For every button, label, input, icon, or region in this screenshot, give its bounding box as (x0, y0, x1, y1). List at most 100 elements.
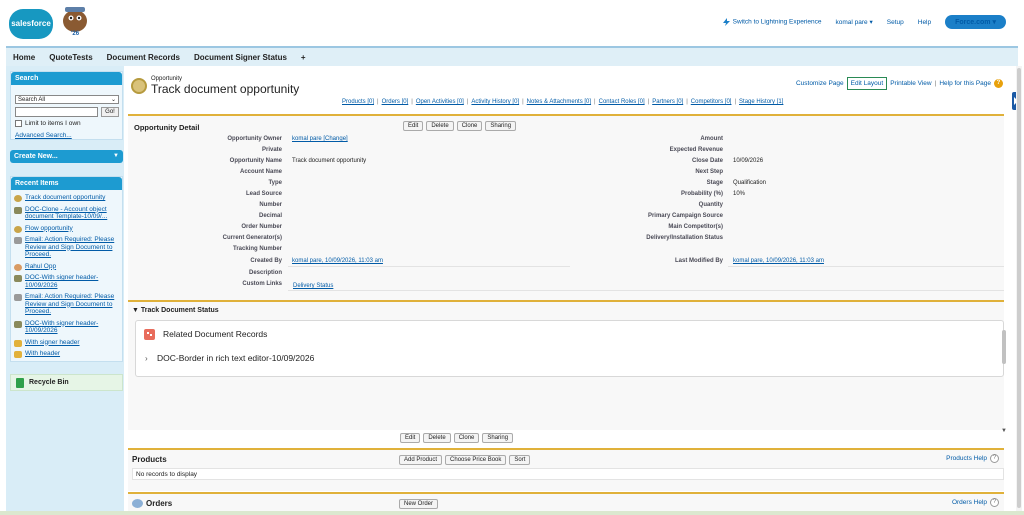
clone-button[interactable]: Clone (453, 433, 480, 443)
add-product-button[interactable]: Add Product (399, 455, 443, 465)
recent-item[interactable]: DOC-Clone - Account object document Temp… (11, 204, 122, 223)
recent-item-label[interactable]: With signer header (25, 339, 80, 346)
recent-item-label[interactable]: Rahul Opp (25, 263, 56, 270)
field-row: Probability (%) 10% (568, 189, 1004, 200)
app-switcher-label: Force.com (955, 19, 991, 26)
field-label: Account Name (239, 169, 282, 175)
related-link-competitors[interactable]: Competitors [0] (691, 99, 732, 105)
recycle-bin-icon (16, 378, 24, 388)
help-link[interactable]: Help (918, 19, 931, 26)
recent-item[interactable]: DOC-With signer header-10/09/2026 (11, 318, 122, 337)
edit-button[interactable]: Edit (403, 121, 424, 131)
search-go-button[interactable]: Go! (101, 107, 119, 117)
tab-add-more[interactable]: + (294, 53, 313, 62)
search-input[interactable] (15, 107, 98, 117)
delete-button[interactable]: Delete (426, 121, 454, 131)
recent-item[interactable]: Email: Action Required: Please Review an… (11, 234, 122, 261)
app-switcher-button[interactable]: Force.com ▾ (945, 15, 1006, 29)
recent-item-label[interactable]: With header (25, 350, 60, 357)
sharing-button[interactable]: Sharing (482, 433, 514, 443)
field-row: Decimal (128, 211, 568, 222)
user-menu[interactable]: komal pare ▾ (836, 18, 873, 26)
help-question-icon[interactable]: ? (994, 79, 1003, 88)
search-scope-select[interactable]: Search All ⌄ (15, 95, 119, 104)
recent-item[interactable]: With signer header (11, 337, 122, 349)
page-scrollbar[interactable] (1016, 66, 1022, 515)
opportunity-owner-link[interactable]: komal pare [Change] (292, 134, 348, 145)
mascot-logo: '26 (57, 5, 93, 39)
sort-button[interactable]: Sort (509, 455, 531, 465)
recent-item[interactable]: Track document opportunity (11, 192, 122, 204)
advanced-search-link[interactable]: Advanced Search... (15, 132, 72, 139)
recent-item[interactable]: Flow opportunity (11, 223, 122, 235)
field-label: Quantity (698, 202, 723, 208)
opportunity-icon (14, 263, 22, 271)
scrollbar-thumb[interactable] (1002, 330, 1006, 364)
limit-to-my-items-checkbox[interactable]: Limit to items I own (15, 120, 81, 127)
field-label: Type (268, 180, 282, 186)
related-link-orders[interactable]: Orders [0] (382, 99, 409, 105)
checkbox-icon (15, 120, 22, 127)
edit-layout-link[interactable]: Edit Layout (846, 77, 888, 90)
help-for-page-link[interactable]: Help for this Page (939, 80, 991, 87)
products-help-label: Products Help (946, 455, 987, 462)
section-scrollbar[interactable]: ▼ (1001, 320, 1007, 434)
mascot-year: '26 (71, 31, 80, 37)
field-label: Description (248, 270, 282, 276)
products-help-link[interactable]: Products Help? (946, 454, 999, 463)
orders-icon (132, 499, 143, 508)
field-value: Qualification (733, 180, 767, 186)
related-link-stage-history[interactable]: Stage History [1] (739, 99, 783, 105)
search-scope-value: Search All (18, 97, 46, 103)
new-order-button[interactable]: New Order (399, 499, 439, 509)
related-link-open-activities[interactable]: Open Activities [0] (416, 99, 464, 105)
recent-item-label[interactable]: Email: Action Required: Please Review an… (25, 236, 114, 258)
recent-item[interactable]: Email: Action Required: Please Review an… (11, 291, 122, 318)
recent-item-label[interactable]: Track document opportunity (25, 194, 105, 201)
tab-home[interactable]: Home (6, 53, 42, 62)
field-row: Main Competitor(s) (568, 222, 1004, 233)
field-row: Opportunity Name Track document opportuni… (128, 156, 568, 167)
field-row: Type (128, 178, 568, 189)
recent-item-label[interactable]: Flow opportunity (25, 225, 73, 232)
related-link-notes-attachments[interactable]: Notes & Attachments [0] (527, 99, 591, 105)
recent-item-label[interactable]: Email: Action Required: Please Review an… (25, 293, 114, 315)
field-label: Close Date (691, 158, 723, 164)
sidebar: Search Search All ⌄ Go! Limit to items I … (6, 66, 124, 515)
page-scrollbar-thumb[interactable] (1017, 68, 1021, 508)
sharing-button[interactable]: Sharing (485, 121, 517, 131)
tab-quotetests[interactable]: QuoteTests (42, 53, 99, 62)
recent-item-label[interactable]: DOC-Clone - Account object document Temp… (25, 206, 107, 221)
setup-link[interactable]: Setup (887, 19, 904, 26)
field-label: Amount (700, 136, 723, 142)
clone-button[interactable]: Clone (456, 121, 483, 131)
customize-page-link[interactable]: Customize Page (796, 80, 844, 87)
related-link-contact-roles[interactable]: Contact Roles [0] (599, 99, 645, 105)
track-document-status-header[interactable]: ▼ Track Document Status (132, 307, 219, 314)
field-row: Stage Qualification (568, 178, 1004, 189)
delete-button[interactable]: Delete (423, 433, 451, 443)
related-link-partners[interactable]: Partners [0] (652, 99, 683, 105)
related-link-products[interactable]: Products [0] (342, 99, 374, 105)
tab-document-records[interactable]: Document Records (100, 53, 187, 62)
recent-item[interactable]: Rahul Opp (11, 261, 122, 273)
recent-item[interactable]: DOC-With signer header-10/09/2026 (11, 272, 122, 291)
recycle-bin-link[interactable]: Recycle Bin (10, 374, 123, 391)
related-link-activity-history[interactable]: Activity History [0] (471, 99, 519, 105)
salesforce-logo[interactable]: salesforce (9, 9, 53, 39)
recent-item-label[interactable]: DOC-With signer header-10/09/2026 (25, 274, 98, 289)
recent-item[interactable]: With header (11, 348, 122, 360)
scroll-down-arrow-icon[interactable]: ▼ (1001, 428, 1007, 434)
orders-help-link[interactable]: Orders Help? (952, 498, 999, 507)
document-record-item[interactable]: DOC-Border in rich text editor-10/09/202… (157, 353, 314, 363)
tab-document-signer-status[interactable]: Document Signer Status (187, 53, 294, 62)
chevron-right-icon[interactable]: › (145, 354, 148, 363)
printable-view-link[interactable]: Printable View (890, 80, 931, 87)
create-new-button[interactable]: Create New... ▼ (10, 150, 123, 163)
edit-button[interactable]: Edit (400, 433, 421, 443)
field-label: Primary Campaign Source (647, 213, 723, 219)
switch-lightning-link[interactable]: Switch to Lightning Experience (722, 18, 822, 26)
choose-price-book-button[interactable]: Choose Price Book (445, 455, 507, 465)
recent-item-label[interactable]: DOC-With signer header-10/09/2026 (25, 320, 98, 335)
field-row: Quantity (568, 200, 1004, 211)
